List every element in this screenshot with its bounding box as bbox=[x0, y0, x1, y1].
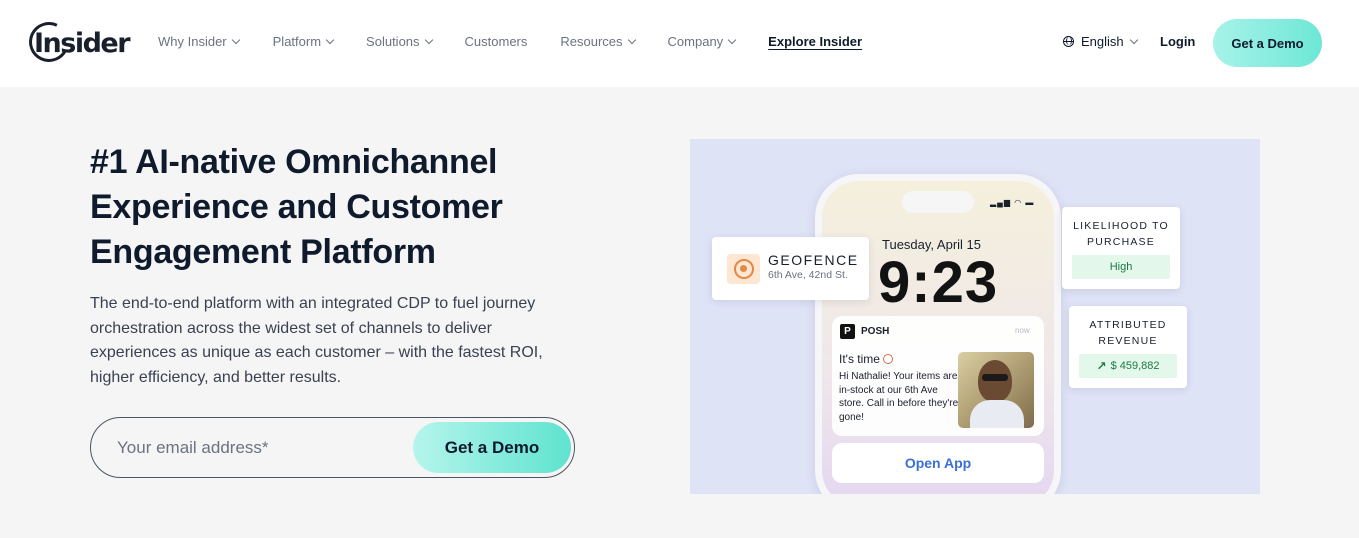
posh-app-icon: P bbox=[840, 324, 855, 339]
geofence-subtitle: 6th Ave, 42nd St. bbox=[768, 269, 848, 281]
status-bar-icons: ▂▄▆ ◠ ▬ bbox=[990, 198, 1035, 207]
likelihood-value-text: High bbox=[1109, 261, 1133, 273]
chevron-down-icon bbox=[424, 35, 433, 45]
nav-label: Platform bbox=[272, 34, 322, 49]
target-icon bbox=[727, 254, 760, 284]
photo-sunglasses bbox=[982, 374, 1008, 381]
nav-label: Why Insider bbox=[158, 34, 227, 49]
nav-customers[interactable]: Customers bbox=[465, 34, 528, 49]
nav-why-insider[interactable]: Why Insider bbox=[158, 34, 240, 49]
notification-title: It's time bbox=[839, 352, 893, 366]
email-input[interactable] bbox=[117, 434, 397, 462]
geofence-title: GEOFENCE bbox=[768, 252, 859, 268]
nav-solutions[interactable]: Solutions bbox=[366, 34, 433, 49]
chevron-down-icon bbox=[231, 35, 240, 45]
notification-body: Hi Nathalie! Your items are in-stock at … bbox=[839, 371, 959, 423]
chevron-down-icon bbox=[325, 35, 335, 45]
phone-notch bbox=[902, 191, 974, 213]
notification-title-text: It's time bbox=[839, 352, 880, 366]
revenue-label: ATTRIBUTED REVENUE bbox=[1089, 319, 1167, 347]
likelihood-card: LIKELIHOOD TO PURCHASE High bbox=[1062, 207, 1180, 289]
hero-get-demo-button[interactable]: Get a Demo bbox=[413, 422, 571, 473]
nav-company[interactable]: Company bbox=[667, 34, 737, 49]
likelihood-value: High bbox=[1072, 255, 1170, 279]
hero-visual: ▂▄▆ ◠ ▬ Tuesday, April 15 9:23 P POSH no… bbox=[690, 139, 1260, 494]
photo-body bbox=[970, 400, 1024, 428]
alarm-clock-icon bbox=[882, 354, 893, 364]
customer-photo bbox=[958, 352, 1034, 428]
revenue-card: ATTRIBUTED REVENUE ↗ $ 459,882 bbox=[1069, 306, 1187, 388]
hero-description: The end-to-end platform with an integrat… bbox=[90, 295, 543, 386]
notification-time: now bbox=[1015, 326, 1030, 335]
trend-up-icon: ↗ bbox=[1096, 359, 1107, 373]
logo-text: Insider bbox=[34, 27, 131, 59]
globe-icon bbox=[1063, 36, 1074, 47]
geofence-card: GEOFENCE 6th Ave, 42nd St. bbox=[712, 237, 869, 300]
chevron-down-icon bbox=[1129, 35, 1138, 45]
nav-platform[interactable]: Platform bbox=[272, 34, 335, 49]
header-get-demo-button[interactable]: Get a Demo bbox=[1213, 19, 1322, 67]
nav-label: Resources bbox=[560, 34, 623, 49]
likelihood-label: LIKELIHOOD TO PURCHASE bbox=[1073, 220, 1169, 248]
nav-label: Customers bbox=[464, 34, 528, 49]
chevron-down-icon bbox=[727, 35, 737, 45]
nav-explore-insider[interactable]: Explore Insider bbox=[768, 34, 862, 49]
notification-app-name: POSH bbox=[861, 326, 890, 337]
lockscreen-time: 9:23 bbox=[878, 250, 999, 315]
revenue-value: ↗ $ 459,882 bbox=[1079, 354, 1177, 378]
nav-label: Solutions bbox=[366, 34, 420, 49]
chevron-down-icon bbox=[627, 35, 636, 45]
main-nav: Why Insider Platform Solutions Customers… bbox=[158, 34, 862, 49]
photo-head bbox=[978, 360, 1012, 402]
push-notification[interactable]: P POSH now It's time Hi Nathalie! Your i… bbox=[832, 316, 1044, 436]
language-selector[interactable]: English bbox=[1063, 34, 1138, 49]
nav-resources[interactable]: Resources bbox=[560, 34, 636, 49]
phone-mockup: ▂▄▆ ◠ ▬ Tuesday, April 15 9:23 P POSH no… bbox=[815, 174, 1061, 494]
insider-logo[interactable]: Insider bbox=[23, 16, 131, 68]
login-link[interactable]: Login bbox=[1160, 34, 1195, 49]
nav-label: Company bbox=[667, 34, 724, 49]
hero-title: #1 AI-native Omnichannel Experience and … bbox=[90, 143, 503, 271]
revenue-value-text: $ 459,882 bbox=[1110, 360, 1160, 372]
open-app-button[interactable]: Open App bbox=[832, 443, 1044, 483]
email-form: Get a Demo bbox=[90, 417, 575, 478]
language-label: English bbox=[1081, 34, 1124, 49]
site-header: Insider Why Insider Platform Solutions C… bbox=[0, 0, 1359, 87]
